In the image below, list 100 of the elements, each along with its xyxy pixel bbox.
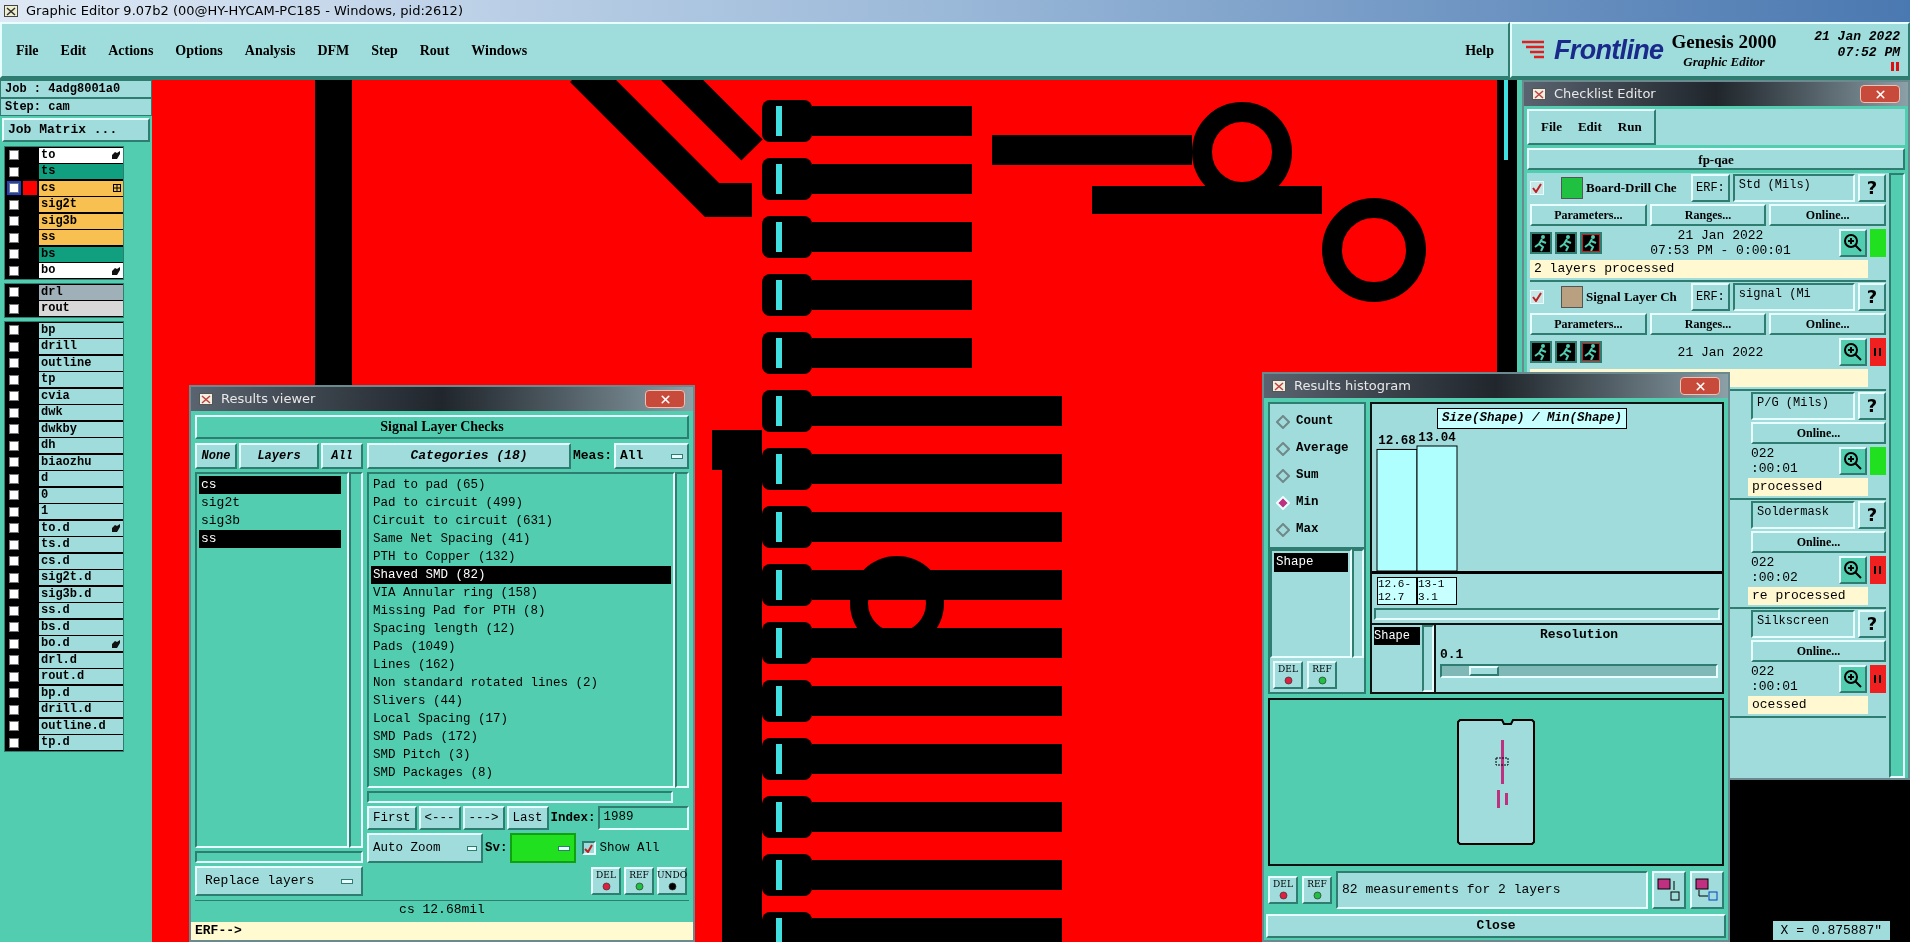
layer-checkbox[interactable] xyxy=(9,688,19,699)
scrollbar[interactable] xyxy=(1422,625,1434,692)
zoom-in-button[interactable] xyxy=(1839,447,1867,475)
navigation-button[interactable]: ---> xyxy=(462,806,505,830)
menu-item[interactable]: Run xyxy=(1617,117,1642,137)
checklist-button[interactable]: Online... xyxy=(1751,640,1886,662)
layer-checkbox[interactable] xyxy=(9,199,19,210)
checklist-button[interactable]: Ranges... xyxy=(1649,313,1767,335)
layer-name[interactable]: sig3b xyxy=(39,213,123,229)
layer-checkbox[interactable] xyxy=(9,265,19,276)
runner-icon[interactable] xyxy=(1580,232,1602,254)
close-button[interactable] xyxy=(1860,85,1900,103)
layer-checkbox[interactable] xyxy=(9,506,19,517)
erf-filter-field[interactable]: Soldermask xyxy=(1751,501,1855,529)
layer-checkbox[interactable] xyxy=(9,638,19,649)
layer-name[interactable]: dwk xyxy=(39,405,123,421)
layer-checkbox[interactable] xyxy=(9,358,19,369)
histogram-export-button[interactable] xyxy=(1652,871,1686,909)
category-list-item[interactable]: Spacing length (12) xyxy=(371,620,671,638)
layer-list-item[interactable]: sig2t xyxy=(199,494,341,512)
erf-filter-field[interactable]: P/G (Mils) xyxy=(1751,392,1855,420)
layer-name[interactable]: rout.d xyxy=(39,669,123,685)
layer-checkbox[interactable] xyxy=(9,457,19,468)
menu-item[interactable]: Analysis xyxy=(244,39,296,61)
categories-button[interactable]: Categories (18) xyxy=(367,443,571,469)
scrollbar[interactable] xyxy=(195,851,363,863)
category-list-item[interactable]: Shaved SMD (82) xyxy=(371,566,671,584)
menu-item[interactable]: Options xyxy=(175,39,223,61)
zoom-mode-dropdown[interactable]: Auto Zoom xyxy=(367,833,483,863)
layer-checkbox[interactable] xyxy=(9,572,19,583)
layer-name[interactable]: to.d xyxy=(39,520,123,536)
layer-checkbox[interactable] xyxy=(9,216,19,227)
checklist-button[interactable]: Online... xyxy=(1751,531,1886,553)
layer-list-item[interactable]: cs xyxy=(199,476,341,494)
scrollbar[interactable] xyxy=(675,472,689,788)
layer-checkbox[interactable] xyxy=(9,490,19,501)
radio-button[interactable] xyxy=(1276,441,1290,456)
checklist-checkbox[interactable] xyxy=(1530,181,1544,195)
action-button[interactable]: DEL xyxy=(1268,876,1298,904)
category-list-item[interactable]: Circuit to circuit (631) xyxy=(371,512,671,530)
navigation-button[interactable]: <--- xyxy=(418,806,461,830)
checkbox[interactable] xyxy=(581,841,596,855)
checklist-button[interactable]: Online... xyxy=(1769,204,1886,226)
category-list-item[interactable]: SMD Pitch (3) xyxy=(371,746,671,764)
layer-name[interactable]: sig2t.d xyxy=(39,570,123,586)
layer-name[interactable]: dwkby xyxy=(39,421,123,437)
layer-list-item[interactable]: sig3b xyxy=(199,512,341,530)
layer-checkbox[interactable] xyxy=(9,523,19,534)
checklist-button[interactable]: Parameters... xyxy=(1530,313,1647,335)
help-button[interactable]: ? xyxy=(1858,174,1886,202)
scrollbar[interactable] xyxy=(349,472,363,848)
layer-name[interactable]: drill xyxy=(39,339,123,355)
category-list-item[interactable]: Local Spacing (17) xyxy=(371,710,671,728)
layer-name[interactable]: outline xyxy=(39,355,123,371)
layer-name[interactable]: tp xyxy=(39,372,123,388)
category-list-item[interactable]: SMD Packages (8) xyxy=(371,764,671,782)
erf-button[interactable]: ERF: xyxy=(1691,283,1730,311)
layer-name[interactable]: bs xyxy=(39,246,123,262)
layer-name[interactable]: drl.d xyxy=(39,652,123,668)
action-button[interactable]: REF xyxy=(1307,661,1337,689)
layer-checkbox[interactable] xyxy=(9,539,19,550)
layer-checkbox[interactable] xyxy=(9,556,19,567)
runner-icon[interactable] xyxy=(1555,232,1577,254)
layer-checkbox[interactable] xyxy=(9,737,19,748)
layer-checkbox[interactable] xyxy=(9,671,19,682)
action-button[interactable]: REF xyxy=(1302,876,1332,904)
menu-item[interactable]: File xyxy=(16,39,39,61)
layer-name[interactable]: sig3b.d xyxy=(39,586,123,602)
layer-checkbox[interactable] xyxy=(9,424,19,435)
layer-checkbox[interactable] xyxy=(9,622,19,633)
layer-checkbox[interactable] xyxy=(9,391,19,402)
zoom-in-button[interactable] xyxy=(1839,338,1867,366)
sort-list-item[interactable]: Shape xyxy=(1374,627,1420,645)
layer-checkbox[interactable] xyxy=(9,303,19,314)
meas-dropdown[interactable]: All xyxy=(614,443,689,469)
layer-name[interactable]: bo xyxy=(39,263,123,279)
checklist-checkbox[interactable] xyxy=(1530,290,1544,304)
attribute-list-item[interactable]: Shape xyxy=(1274,553,1348,572)
layer-checkbox[interactable] xyxy=(9,287,19,298)
erf-filter-field[interactable]: Std (Mils) xyxy=(1732,174,1855,202)
zoom-in-button[interactable] xyxy=(1839,665,1867,693)
radio-button[interactable] xyxy=(1276,522,1290,537)
category-list-item[interactable]: VIA Annular ring (158) xyxy=(371,584,671,602)
layer-checkbox[interactable] xyxy=(9,473,19,484)
category-list-item[interactable]: Lines (162) xyxy=(371,656,671,674)
layer-checkbox[interactable] xyxy=(9,183,19,194)
help-button[interactable]: ? xyxy=(1858,501,1886,529)
checklist-button[interactable]: Online... xyxy=(1769,313,1886,335)
layer-checkbox[interactable] xyxy=(9,655,19,666)
resolution-slider[interactable] xyxy=(1440,664,1718,678)
layer-name[interactable]: to xyxy=(39,147,123,163)
layer-checkbox[interactable] xyxy=(9,605,19,616)
layer-list-item[interactable]: ss xyxy=(199,530,341,548)
job-matrix-button[interactable]: Job Matrix ... xyxy=(2,118,150,142)
radio-button[interactable] xyxy=(1276,414,1290,429)
menu-item[interactable]: File xyxy=(1541,117,1562,137)
slider-thumb[interactable] xyxy=(1469,666,1500,676)
radio-button[interactable] xyxy=(1276,468,1290,483)
layer-name[interactable]: rout xyxy=(39,301,123,317)
layer-checkbox[interactable] xyxy=(9,232,19,243)
